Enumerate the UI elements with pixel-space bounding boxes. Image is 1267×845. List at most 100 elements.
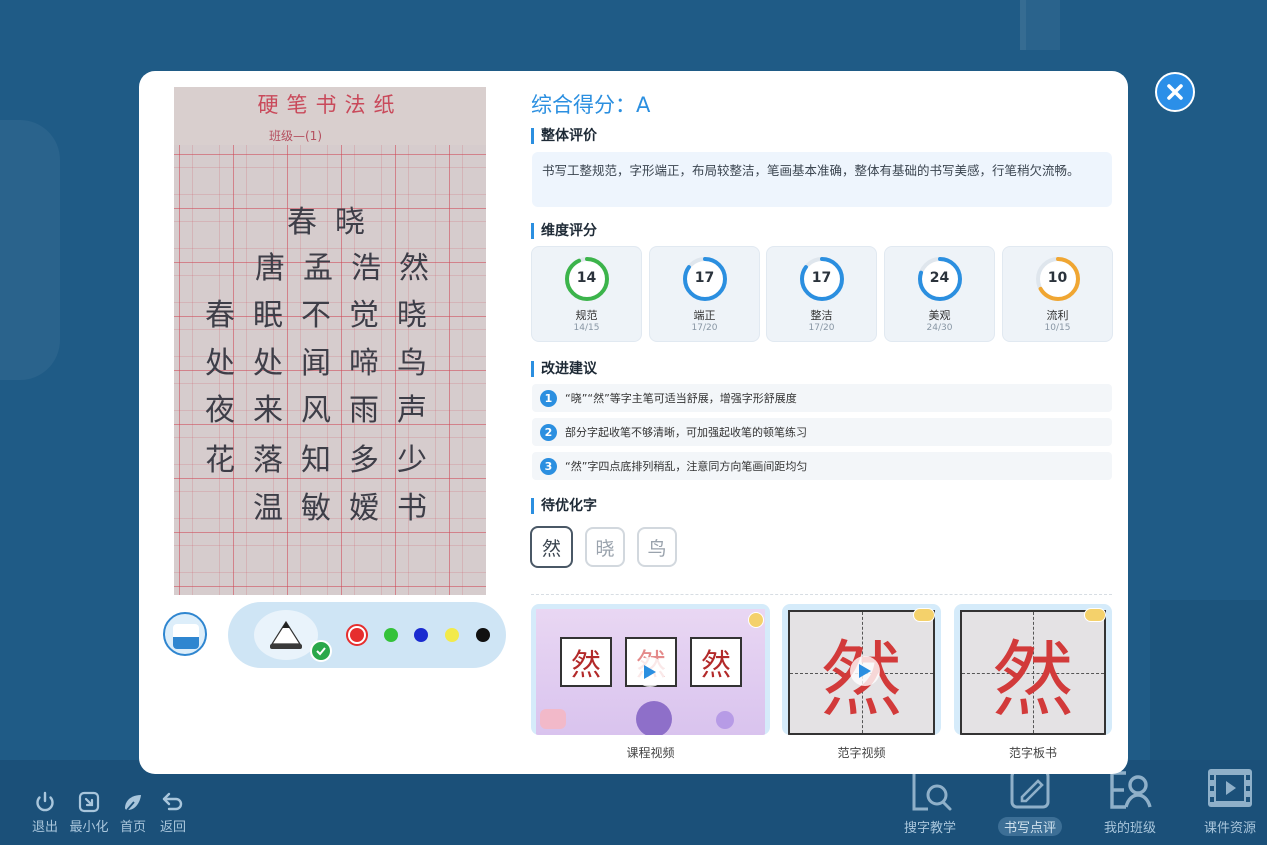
exit-button[interactable]: 退出	[28, 790, 62, 835]
suggestion-number: 3	[540, 457, 557, 475]
dimension-card: 17 整洁 17/20	[766, 246, 877, 342]
divider	[531, 594, 1112, 595]
handwriting-row: 春 眠 不 觉 晓	[196, 290, 436, 334]
color-swatch-yellow[interactable]	[445, 628, 459, 642]
dimension-fraction: 10/15	[1044, 323, 1071, 333]
writing-grid: 春 晓 唐 孟 浩 然 春 眠 不 觉 晓 处 处 闻 啼 鸟 夜 来 风 雨 …	[174, 145, 486, 595]
handwritten-char: 晓	[335, 205, 365, 240]
background-decoration	[1150, 600, 1267, 760]
nav-search-teaching[interactable]: 搜字教学	[880, 765, 980, 836]
section-title-optimize: 待优化字	[531, 498, 597, 514]
nav-label: 书写点评	[997, 817, 1062, 836]
bottom-left-toolbar: 退出 最小化 首页 返回	[28, 790, 190, 835]
handwritten-char: 春	[287, 205, 317, 240]
handwriting-row: 夜 来 风 雨 声	[196, 385, 436, 429]
minimize-label: 最小化	[69, 820, 109, 835]
optimize-char[interactable]: 鸟	[637, 527, 677, 567]
handwritten-char: 处	[205, 346, 235, 381]
handwritten-char: 眠	[253, 298, 283, 333]
color-swatch-red[interactable]	[346, 624, 368, 646]
handwritten-char: 温	[253, 491, 283, 526]
handwritten-char: 春	[205, 298, 235, 333]
background-decoration	[0, 120, 60, 380]
dimension-card: 14 规范 14/15	[531, 246, 642, 342]
sample-video-card[interactable]: 然	[782, 604, 941, 735]
color-swatch-black[interactable]	[476, 628, 490, 642]
overall-score: 综合得分：A	[531, 93, 651, 117]
dimension-name: 整洁	[810, 309, 833, 322]
home-label: 首页	[119, 820, 146, 835]
grapes-icon	[716, 711, 734, 729]
pen-button[interactable]	[254, 610, 318, 660]
back-button[interactable]: 返回	[156, 790, 190, 835]
dimension-score: 10	[1047, 270, 1068, 286]
handwriting-row: 温 敏 嫒 书	[244, 483, 436, 527]
optimize-char-selected[interactable]: 然	[530, 526, 573, 568]
home-button[interactable]: 首页	[116, 790, 150, 835]
handwritten-char: 来	[253, 393, 283, 428]
handwritten-char: 鸟	[397, 346, 427, 381]
handwritten-char: 不	[301, 298, 331, 333]
handwritten-char: 书	[397, 491, 427, 526]
sample-video-thumbnail: 然	[788, 610, 935, 735]
handwriting-row: 花 落 知 多 少	[196, 435, 436, 479]
suggestion-item: 1 “晓”“然”等字主笔可适当舒展，增强字形舒展度	[532, 384, 1112, 412]
handwritten-char: 晓	[397, 298, 427, 333]
section-title-suggestions: 改进建议	[531, 361, 597, 377]
sample-char: 然	[991, 633, 1074, 728]
paper-class-field: 班级—(1)	[269, 129, 322, 143]
play-icon	[635, 657, 665, 687]
dimension-score: 14	[576, 270, 597, 286]
close-button[interactable]	[1155, 72, 1195, 112]
handwritten-char: 多	[349, 443, 379, 478]
suggestion-number: 1	[540, 389, 557, 407]
sample-char: 然	[560, 637, 612, 687]
nav-my-class[interactable]: 我的班级	[1080, 765, 1180, 836]
cake-icon	[540, 709, 566, 729]
handwriting-photo: 硬笔书法纸 班级—(1) 春 晓 唐 孟 浩 然 春 眠 不 觉 晓 处 处 闻…	[174, 87, 486, 595]
bottom-nav: 搜字教学 书写点评 我的班级 课件资源	[880, 765, 1267, 836]
dimension-score: 24	[929, 270, 950, 286]
back-label: 返回	[159, 820, 186, 835]
nav-label: 课件资源	[1203, 821, 1256, 836]
background-decoration	[1020, 0, 1060, 50]
handwritten-char: 风	[301, 393, 331, 428]
mascot-badge-icon	[748, 612, 764, 628]
handwritten-char: 雨	[349, 393, 379, 428]
play-icon	[850, 656, 880, 686]
dimension-card: 24 美观 24/30	[884, 246, 995, 342]
handwritten-char: 敏	[301, 491, 331, 526]
course-video-card[interactable]: 然 然 然	[531, 604, 770, 735]
nav-label: 我的班级	[1103, 821, 1156, 836]
dimension-name: 美观	[928, 309, 951, 322]
sample-board-card[interactable]: 然	[954, 604, 1112, 735]
dimension-fraction: 24/30	[926, 323, 953, 333]
power-icon	[36, 791, 54, 812]
suggestion-item: 2 部分字起收笔不够清晰，可加强起收笔的顿笔练习	[532, 418, 1112, 446]
handwritten-char: 啼	[349, 346, 379, 381]
mascot-icon	[636, 701, 672, 735]
course-video-label: 课程视频	[626, 746, 675, 760]
dimension-fraction: 17/20	[808, 323, 835, 333]
color-swatch-green[interactable]	[384, 628, 398, 642]
nav-writing-review[interactable]: 书写点评	[980, 765, 1080, 836]
handwritten-char: 落	[253, 443, 283, 478]
nav-courseware[interactable]: 课件资源	[1180, 765, 1267, 836]
back-icon	[162, 792, 183, 811]
sample-video-label: 范字视频	[837, 746, 886, 760]
handwritten-char: 然	[399, 251, 429, 286]
handwritten-char: 少	[397, 443, 427, 478]
dimension-card: 10 流利 10/15	[1002, 246, 1113, 342]
handwritten-char: 觉	[349, 298, 379, 333]
dimension-score: 17	[811, 270, 832, 286]
color-swatch-blue[interactable]	[414, 628, 428, 642]
suggestion-text: “晓”“然”等字主笔可适当舒展，增强字形舒展度	[565, 392, 797, 405]
handwriting-row: 春 晓	[278, 197, 374, 241]
optimize-char[interactable]: 晓	[585, 527, 625, 567]
close-icon	[1167, 84, 1183, 100]
eraser-button[interactable]	[163, 612, 207, 656]
handwritten-char: 嫒	[349, 491, 379, 526]
handwritten-char: 闻	[301, 346, 331, 381]
review-dialog: 硬笔书法纸 班级—(1) 春 晓 唐 孟 浩 然 春 眠 不 觉 晓 处 处 闻…	[139, 71, 1128, 774]
minimize-button[interactable]: 最小化	[68, 790, 110, 835]
